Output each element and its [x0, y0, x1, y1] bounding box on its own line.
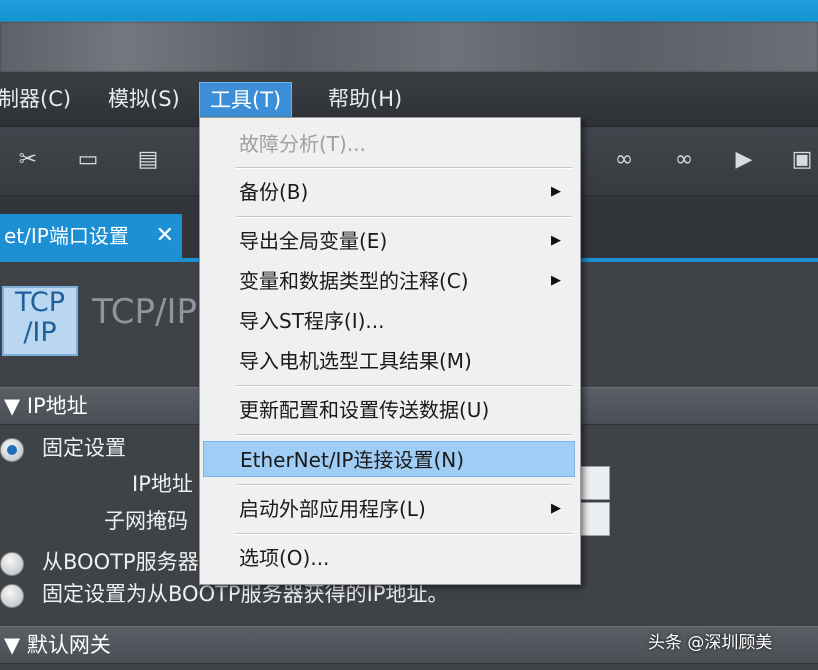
glasses-icon[interactable]: ∞ — [608, 145, 640, 175]
submenu-arrow-icon: ▶ — [551, 273, 561, 288]
menu-help[interactable]: 帮助(H) — [318, 82, 412, 116]
menu-item-backup[interactable]: 备份(B) ▶ — [203, 174, 575, 210]
tcp-ip-logo: TCP /IP — [2, 286, 78, 356]
menu-item-label: 变量和数据类型的注释(C) — [239, 269, 469, 293]
menu-separator — [236, 216, 572, 218]
menu-item-import-st-program[interactable]: 导入ST程序(I)... — [203, 303, 575, 339]
menu-separator — [236, 533, 572, 535]
menu-tools[interactable]: 工具(T) — [199, 82, 293, 118]
page-title: TCP/IP — [92, 292, 198, 332]
menu-item-options[interactable]: 选项(O)... — [203, 540, 575, 576]
menu-item-label: 备份(B) — [239, 180, 309, 204]
section-header-label: ▼ 默认网关 — [4, 633, 111, 657]
label-bootp: 从BOOTP服务器 — [42, 550, 199, 574]
subnet-mask-field[interactable] — [580, 502, 610, 536]
glasses-alert-icon[interactable]: ∞ — [668, 145, 700, 175]
menu-item-label: 故障分析(T)... — [239, 132, 366, 156]
menu-separator — [236, 167, 572, 169]
label-ip-address: IP地址 — [132, 472, 193, 496]
menu-separator — [236, 484, 572, 486]
ip-address-field[interactable] — [580, 466, 610, 500]
menu-separator — [236, 385, 572, 387]
watermark-text: 头条 @深圳顾美 — [648, 633, 773, 653]
submenu-arrow-icon: ▶ — [551, 501, 561, 516]
tab-label: et/IP端口设置 — [4, 224, 129, 248]
menu-item-label: EtherNet/IP连接设置(N) — [240, 448, 465, 472]
transfer-icon[interactable]: ▣ — [786, 145, 818, 175]
section-header-label: ▼ IP地址 — [4, 394, 88, 418]
menu-item-launch-external-app[interactable]: 启动外部应用程序(L) ▶ — [203, 491, 575, 527]
menu-item-import-motor-selection[interactable]: 导入电机选型工具结果(M) — [203, 343, 575, 379]
submenu-arrow-icon: ▶ — [551, 233, 561, 248]
logo-line-1: TCP — [14, 287, 66, 318]
menu-item-update-config-transfer[interactable]: 更新配置和设置传送数据(U) — [203, 392, 575, 428]
title-bar — [0, 0, 818, 22]
menu-item-label: 导入电机选型工具结果(M) — [239, 349, 472, 373]
menu-item-label: 更新配置和设置传送数据(U) — [239, 398, 490, 422]
tools-dropdown-menu: 故障分析(T)... 备份(B) ▶ 导出全局变量(E) ▶ 变量和数据类型的注… — [199, 117, 581, 585]
menu-simulation[interactable]: 模拟(S) — [98, 82, 190, 116]
menu-separator — [236, 434, 572, 436]
menu-item-label: 启动外部应用程序(L) — [239, 497, 426, 521]
radio-bootp[interactable] — [0, 552, 24, 576]
menu-item-ethernet-ip-connection-settings[interactable]: EtherNet/IP连接设置(N) — [203, 441, 575, 477]
menu-item-variable-comments[interactable]: 变量和数据类型的注释(C) ▶ — [203, 263, 575, 299]
menu-item-fault-analysis: 故障分析(T)... — [203, 126, 575, 162]
logo-line-2: /IP — [23, 317, 57, 348]
radio-fixed-setting[interactable] — [0, 438, 24, 462]
menu-item-export-global-variables[interactable]: 导出全局变量(E) ▶ — [203, 223, 575, 259]
table-icon[interactable]: ▤ — [132, 145, 164, 175]
menu-controller[interactable]: 制器(C) — [0, 82, 81, 116]
close-icon[interactable]: ✕ — [156, 214, 174, 258]
menu-item-label: 导出全局变量(E) — [239, 229, 388, 253]
monitor-icon[interactable]: ▭ — [72, 145, 104, 175]
submenu-arrow-icon: ▶ — [551, 184, 561, 199]
menu-item-label: 选项(O)... — [239, 546, 330, 570]
menu-item-label: 导入ST程序(I)... — [239, 309, 385, 333]
cut-network-icon[interactable]: ✂ — [12, 145, 44, 175]
radio-fixed-from-bootp[interactable] — [0, 584, 24, 608]
tab-ethernet-ip-port-settings[interactable]: et/IP端口设置 ✕ — [0, 214, 182, 258]
step-run-icon[interactable]: ▶ — [728, 145, 760, 175]
label-fixed-setting: 固定设置 — [42, 436, 126, 460]
label-subnet-mask: 子网掩码 — [104, 509, 188, 533]
window-caption-area — [0, 22, 818, 72]
